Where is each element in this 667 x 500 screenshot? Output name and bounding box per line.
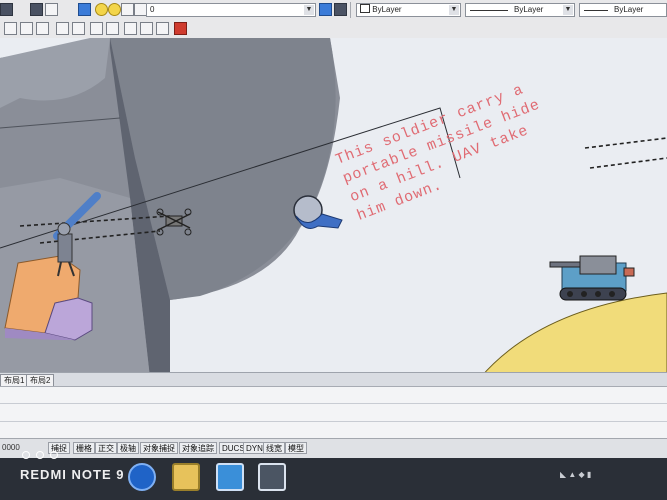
make-current-icon[interactable] <box>319 3 332 16</box>
folder-icon[interactable] <box>172 463 200 491</box>
soldier-body <box>57 233 73 263</box>
ie-icon[interactable] <box>128 463 156 491</box>
color-swatch-icon <box>360 4 370 13</box>
linetype-preview <box>470 10 508 11</box>
polar-toggle[interactable]: 极轴 <box>117 442 139 454</box>
layer-manager-icon[interactable] <box>0 3 13 16</box>
lock-icon[interactable] <box>121 3 134 16</box>
layer-combo-value: 0 <box>150 5 155 14</box>
coordinate-readout: 0000 <box>2 443 20 452</box>
tray-icons[interactable]: ◣ ▲ ◆ ▮ <box>560 470 591 479</box>
ortho-toggle[interactable]: 正交 <box>95 442 117 454</box>
camera-watermark: REDMI NOTE 9 <box>20 467 125 482</box>
radar-dish <box>293 195 343 229</box>
screen: 0 ▼ ByLayer ▼ ByLayer ▼ ByLayer This sol… <box>0 0 667 500</box>
linetype-combo[interactable]: ByLayer ▼ <box>465 3 575 17</box>
lineweight-toggle[interactable]: 线宽 <box>263 442 285 454</box>
command-history-line <box>0 403 667 404</box>
toolbar-divider <box>350 2 351 18</box>
dot-icon <box>50 451 58 459</box>
layers-icon[interactable] <box>78 3 91 16</box>
layer-previous-icon[interactable] <box>45 3 58 16</box>
model-toggle[interactable]: 模型 <box>285 442 307 454</box>
sight-line <box>584 137 667 149</box>
linetype-combo-value: ByLayer <box>514 5 544 14</box>
arc-icon[interactable] <box>140 22 153 35</box>
fillet-icon[interactable] <box>156 22 169 35</box>
dot-icon <box>22 451 30 459</box>
polygon-icon[interactable] <box>106 22 119 35</box>
match-layer-icon[interactable] <box>334 3 347 16</box>
dot-icon <box>36 451 44 459</box>
command-input-line <box>0 421 667 422</box>
color-combo[interactable]: ByLayer ▼ <box>356 3 461 17</box>
yellow-hill <box>479 292 667 378</box>
move-icon[interactable] <box>124 22 137 35</box>
line-icon[interactable] <box>56 22 69 35</box>
box-icon[interactable] <box>20 22 33 35</box>
lineweight-combo-value: ByLayer <box>614 5 644 14</box>
wedge-icon[interactable] <box>36 22 49 35</box>
grid-toggle[interactable]: 栅格 <box>73 442 95 454</box>
chevron-down-icon: ▼ <box>304 5 314 15</box>
chevron-down-icon: ▼ <box>449 5 459 15</box>
sight-line <box>589 157 667 169</box>
lineweight-preview <box>584 10 608 11</box>
bulb-icon[interactable] <box>95 3 108 16</box>
properties-toolbar: 0 ▼ ByLayer ▼ ByLayer ▼ ByLayer <box>0 0 667 21</box>
store-icon[interactable] <box>216 463 244 491</box>
sun-icon[interactable] <box>108 3 121 16</box>
otrack-toggle[interactable]: 对象追踪 <box>179 442 217 454</box>
xline-icon[interactable] <box>72 22 85 35</box>
explode-icon[interactable] <box>174 22 187 35</box>
layer-state-icon[interactable] <box>30 3 43 16</box>
layout-tabs: 布局1 布局2 <box>0 372 667 387</box>
cad-app-icon[interactable] <box>258 463 286 491</box>
soldier-head <box>57 222 71 236</box>
layer-combo[interactable]: 0 ▼ <box>146 3 316 17</box>
draw-toolbar <box>0 20 667 39</box>
orbit-icon[interactable] <box>4 22 17 35</box>
osnap-toggle[interactable]: 对象捕捉 <box>140 442 178 454</box>
rectangle-icon[interactable] <box>90 22 103 35</box>
lineweight-combo[interactable]: ByLayer <box>579 3 667 17</box>
drawing-canvas[interactable]: This soldier carry a portable missile hid… <box>0 38 667 378</box>
command-window[interactable] <box>0 386 667 439</box>
chevron-down-icon: ▼ <box>563 5 573 15</box>
color-combo-value: ByLayer <box>372 5 402 14</box>
tank <box>549 255 635 301</box>
status-bar: 0000 捕捉 栅格 正交 极轴 对象捕捉 对象追踪 DUCS DYN 线宽 模… <box>0 438 667 459</box>
